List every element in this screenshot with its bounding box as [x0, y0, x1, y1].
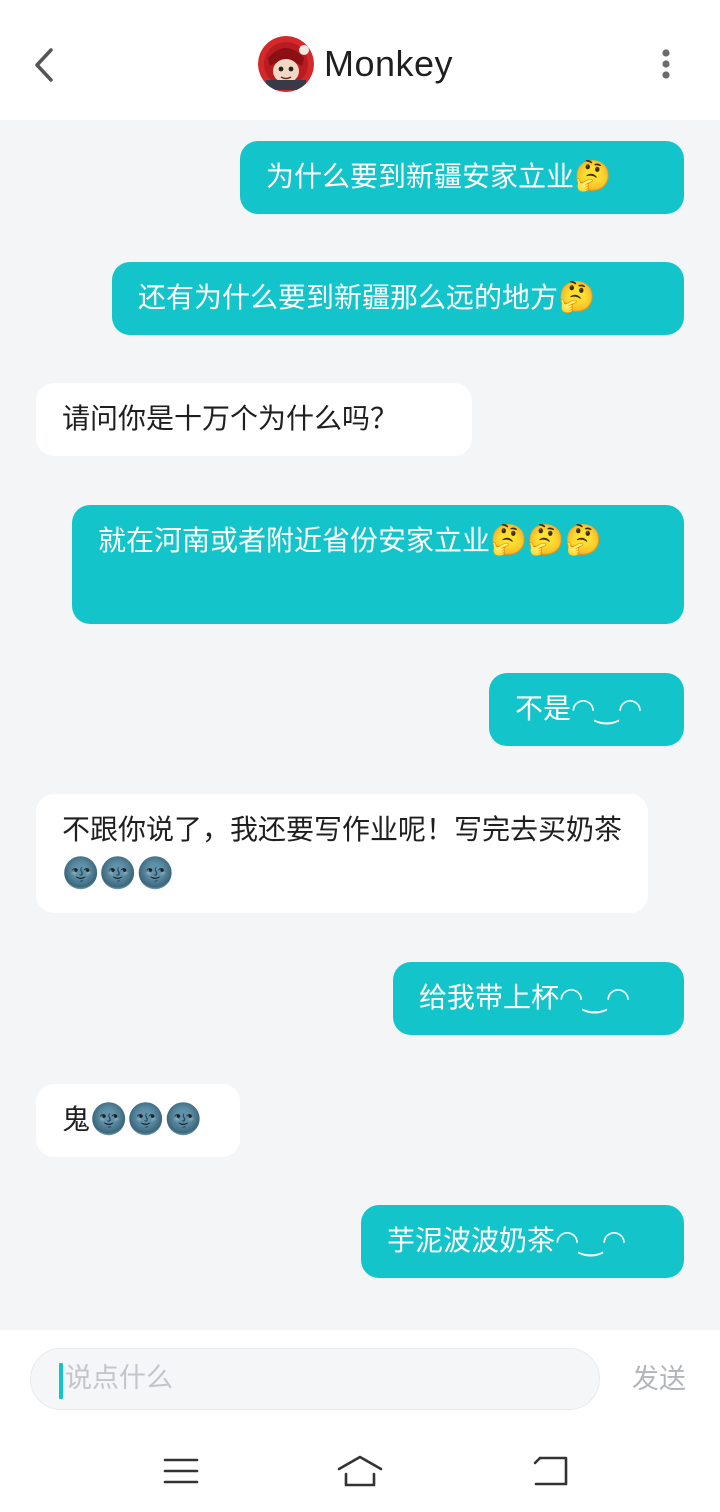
menu-button[interactable] [157, 1448, 205, 1494]
message-input[interactable]: 说点什么 [30, 1348, 600, 1410]
message-bubble-outgoing[interactable]: 芋泥波波奶茶◠‿◠ [361, 1205, 684, 1278]
chevron-left-icon [35, 48, 53, 82]
input-placeholder: 说点什么 [65, 1363, 173, 1394]
message-text: 不跟你说了，我还要写作业呢！写完去买奶茶 [62, 813, 623, 846]
contact-info[interactable]: Monkey [258, 36, 453, 92]
thinking-face-emoji: 🤔 [558, 280, 596, 315]
menu-icon [163, 1458, 199, 1484]
text-caret [59, 1363, 63, 1399]
avatar[interactable] [258, 36, 314, 92]
new-moon-face-emoji: 🌚🌚🌚 [90, 1102, 203, 1137]
message-input-bar: 说点什么 发送 [0, 1330, 720, 1430]
new-moon-face-emoji: 🌚🌚🌚 [62, 856, 175, 891]
message-text: 为什么要到新疆安家立业 [266, 160, 575, 193]
message-text: 还有为什么要到新疆那么远的地方 [138, 281, 559, 314]
message-bubble-outgoing[interactable]: 还有为什么要到新疆那么远的地方🤔 [112, 262, 684, 335]
back-button[interactable] [22, 40, 66, 90]
message-text: 芋泥波波奶茶◠‿◠ [387, 1224, 627, 1257]
message-bubble-outgoing[interactable]: 给我带上杯◠‿◠ [393, 962, 684, 1035]
thinking-face-emoji: 🤔 [574, 159, 612, 194]
message-text: 给我带上杯◠‿◠ [419, 981, 631, 1014]
message-bubble-outgoing[interactable]: 不是◠‿◠ [489, 673, 684, 746]
message-bubble-incoming[interactable]: 不跟你说了，我还要写作业呢！写完去买奶茶 🌚🌚🌚 [36, 794, 648, 913]
send-button[interactable]: 发送 [632, 1360, 686, 1400]
message-text: 鬼 [62, 1103, 91, 1136]
message-text: 就在河南或者附近省份安家立业 [98, 524, 491, 557]
back-nav-button[interactable] [526, 1448, 574, 1494]
more-vertical-icon [662, 49, 670, 79]
home-icon [337, 1455, 383, 1487]
message-bubble-outgoing[interactable]: 就在河南或者附近省份安家立业🤔🤔🤔 [72, 505, 684, 624]
message-text: 不是◠‿◠ [515, 692, 643, 725]
chat-title: Monkey [324, 43, 454, 84]
thinking-face-emoji: 🤔🤔🤔 [490, 523, 603, 558]
chat-header: Monkey [0, 0, 720, 120]
system-nav-bar [0, 1430, 720, 1512]
message-bubble-outgoing[interactable]: 为什么要到新疆安家立业🤔 [240, 141, 684, 214]
more-button[interactable] [646, 44, 686, 84]
message-bubble-incoming[interactable]: 请问你是十万个为什么吗？ [36, 383, 472, 456]
message-bubble-incoming[interactable]: 鬼🌚🌚🌚 [36, 1084, 240, 1157]
home-button[interactable] [336, 1448, 384, 1494]
message-text: 请问你是十万个为什么吗？ [62, 402, 399, 435]
back-arrow-icon [533, 1456, 568, 1486]
